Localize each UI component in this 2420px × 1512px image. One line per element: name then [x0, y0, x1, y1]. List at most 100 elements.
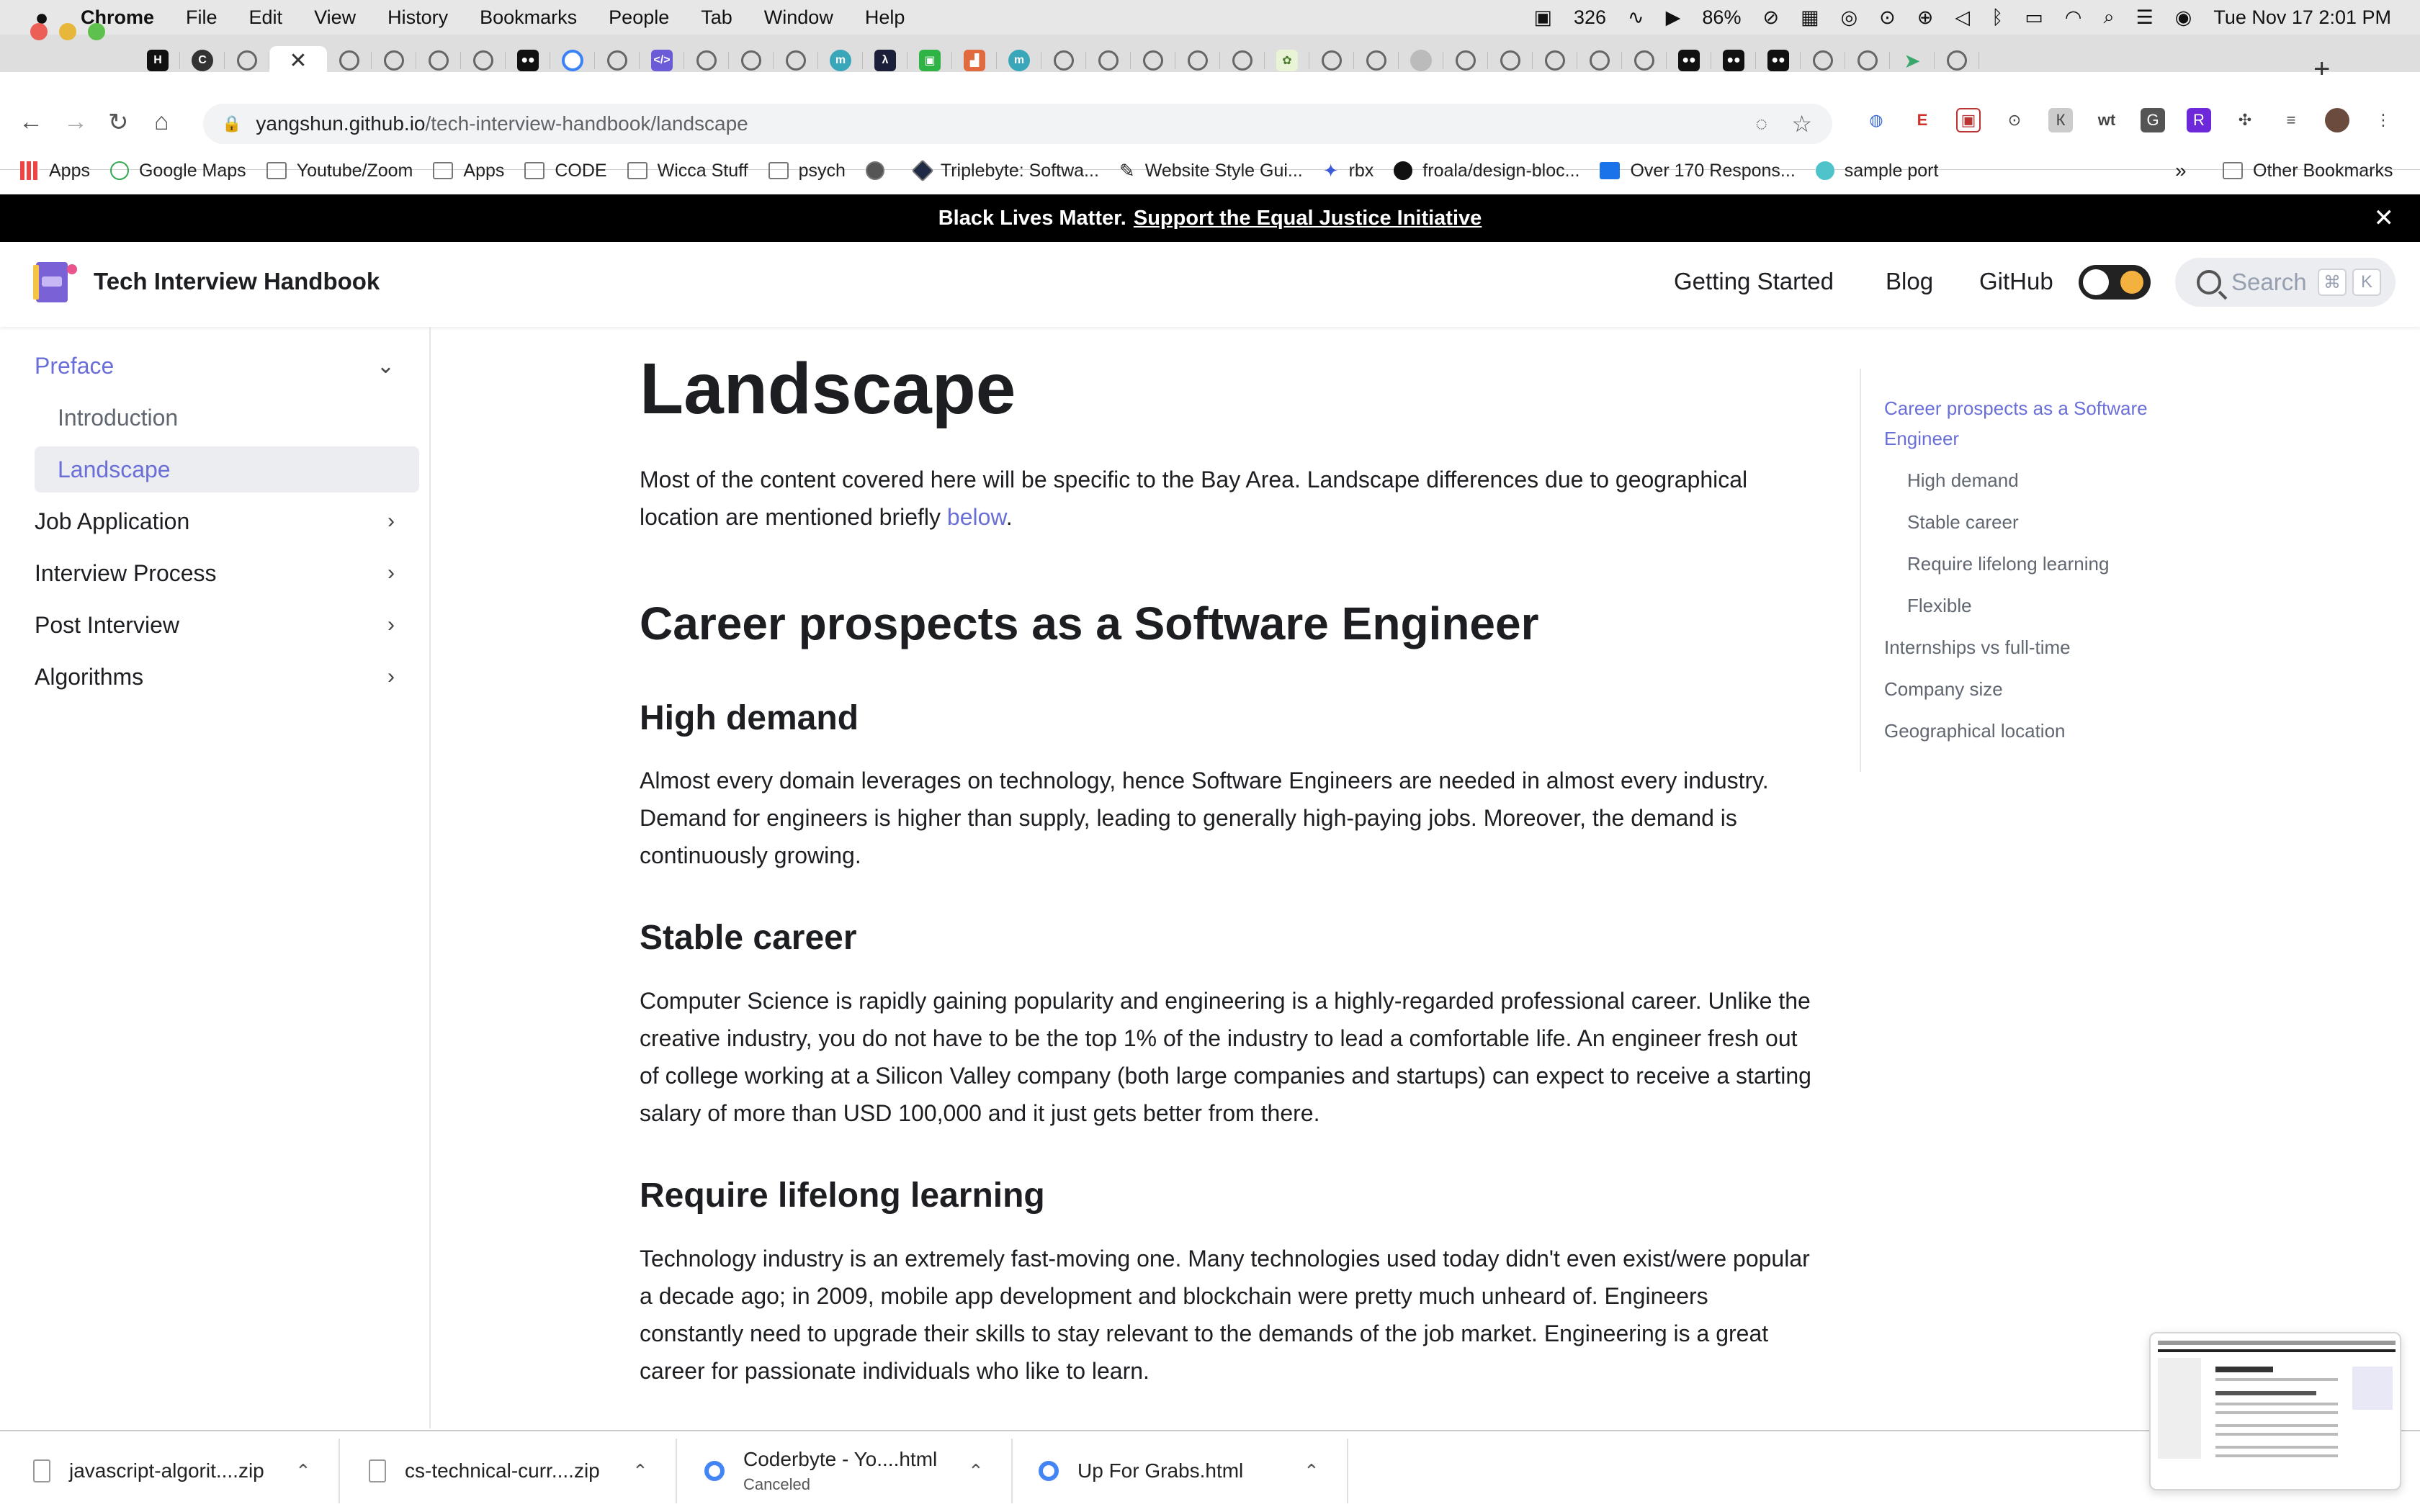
chevron-down-icon[interactable]: ⌄: [377, 354, 395, 379]
wt-extension-icon[interactable]: wt: [2094, 108, 2119, 132]
logo[interactable]: [29, 259, 81, 305]
tab[interactable]: [1935, 46, 1979, 75]
tab[interactable]: ●●: [1756, 46, 1801, 75]
dark-mode-toggle[interactable]: [2079, 265, 2151, 300]
menu-window[interactable]: Window: [764, 6, 833, 29]
volume-icon[interactable]: ◁: [1955, 6, 1970, 29]
control-center-icon[interactable]: ☰: [2136, 6, 2154, 29]
bookmark-apps[interactable]: Apps: [20, 161, 90, 181]
sidebar-item-post-interview[interactable]: Post Interview ›: [35, 602, 419, 648]
tab[interactable]: [1220, 46, 1265, 75]
toc-career-prospects[interactable]: Career prospects as a Software Engineer: [1884, 393, 2201, 454]
password-extension-icon[interactable]: ◍: [1864, 108, 1888, 132]
tab[interactable]: ●●: [506, 46, 550, 75]
toc-stable-career[interactable]: Stable career: [1907, 507, 2019, 537]
battery-icon[interactable]: ▭: [2025, 6, 2043, 29]
extension-icon[interactable]: К: [2048, 108, 2073, 132]
bookmark-google-maps[interactable]: Google Maps: [109, 161, 246, 181]
forward-icon[interactable]: →: [63, 108, 88, 136]
tab[interactable]: [1309, 46, 1354, 75]
siri-icon[interactable]: ◉: [2175, 6, 2192, 29]
site-title[interactable]: Tech Interview Handbook: [94, 268, 380, 295]
tab[interactable]: [774, 46, 818, 75]
tab[interactable]: [1845, 46, 1890, 75]
cpu-readout[interactable]: 326: [1574, 6, 1606, 29]
below-link[interactable]: below: [947, 504, 1006, 530]
extension-icon[interactable]: ▣: [1956, 108, 1981, 132]
tab[interactable]: [1041, 46, 1086, 75]
tab[interactable]: [461, 46, 506, 75]
sidebar-item-algorithms[interactable]: Algorithms ›: [35, 654, 419, 700]
menu-history[interactable]: History: [387, 6, 448, 29]
tab[interactable]: m: [818, 46, 863, 75]
tab[interactable]: [1443, 46, 1488, 75]
menu-tab[interactable]: Tab: [701, 6, 732, 29]
nav-blog[interactable]: Blog: [1886, 268, 1933, 295]
avatar[interactable]: [2325, 108, 2349, 132]
tab[interactable]: [372, 46, 416, 75]
toc-high-demand[interactable]: High demand: [1907, 465, 2019, 495]
menu-bookmarks[interactable]: Bookmarks: [480, 6, 577, 29]
menu-edit[interactable]: Edit: [249, 6, 283, 29]
tab[interactable]: ▣: [908, 46, 952, 75]
paperclip-icon[interactable]: ⊘: [1762, 6, 1779, 29]
toc-company-size[interactable]: Company size: [1884, 674, 2003, 704]
tab[interactable]: [1488, 46, 1533, 75]
tab[interactable]: m: [997, 46, 1041, 75]
bookmark-folder[interactable]: Wicca Stuff: [627, 161, 748, 181]
sidebar-item-job-application[interactable]: Job Application ›: [35, 498, 419, 544]
binoculars-icon[interactable]: ◎: [1841, 6, 1858, 29]
chevron-right-icon[interactable]: ›: [387, 509, 395, 534]
reload-icon[interactable]: ↻: [108, 108, 129, 137]
tab[interactable]: [1131, 46, 1175, 75]
chevron-right-icon[interactable]: ›: [387, 665, 395, 689]
spotlight-icon[interactable]: ⌕: [2103, 6, 2114, 29]
menu-file[interactable]: File: [186, 6, 218, 29]
sidebar-item-interview-process[interactable]: Interview Process ›: [35, 550, 419, 596]
nav-getting-started[interactable]: Getting Started: [1674, 268, 1834, 295]
battery-percent[interactable]: 86%: [1702, 6, 1741, 29]
download-item[interactable]: javascript-algorit....zip ⌃: [33, 1430, 311, 1512]
sidebar-item-introduction[interactable]: Introduction: [35, 395, 419, 441]
chevron-right-icon[interactable]: ›: [387, 613, 395, 637]
download-item[interactable]: Up For Grabs.html ⌃: [1039, 1430, 1319, 1512]
close-tab-icon[interactable]: ✕: [289, 48, 307, 73]
tab[interactable]: [327, 46, 372, 75]
more-menu-icon[interactable]: ⋮: [2371, 108, 2396, 132]
extension-icon[interactable]: ⊙: [2002, 108, 2027, 132]
zoom-icon[interactable]: ▣: [1533, 6, 1552, 29]
tab[interactable]: [1086, 46, 1131, 75]
tab[interactable]: ▟: [952, 46, 997, 75]
puzzle-icon[interactable]: ✣: [2233, 108, 2257, 132]
tab-active[interactable]: ✕: [269, 46, 327, 75]
download-item[interactable]: cs-technical-curr....zip ⌃: [369, 1430, 648, 1512]
tracking-blocked-icon[interactable]: ◌: [1755, 112, 1767, 135]
play-icon[interactable]: ▶: [1666, 6, 1681, 29]
bookmark-responses[interactable]: Over 170 Respons...: [1600, 161, 1796, 181]
home-icon[interactable]: ⌂: [154, 108, 169, 136]
tab[interactable]: [416, 46, 461, 75]
close-window-icon[interactable]: [30, 23, 48, 40]
menu-people[interactable]: People: [609, 6, 669, 29]
tab[interactable]: ➤: [1890, 46, 1935, 75]
close-banner-icon[interactable]: ✕: [2374, 204, 2395, 233]
sidebar-item-preface[interactable]: Preface ⌄: [35, 343, 419, 389]
bookmark-globe[interactable]: [865, 161, 895, 180]
tab[interactable]: C: [180, 46, 225, 75]
banner-link[interactable]: Support the Equal Justice Initiative: [1134, 207, 1482, 230]
tab[interactable]: [1399, 46, 1443, 75]
back-icon[interactable]: ←: [19, 108, 43, 136]
chevron-up-icon[interactable]: ⌃: [295, 1460, 311, 1482]
r-extension-icon[interactable]: R: [2187, 108, 2211, 132]
bookmark-star-icon[interactable]: ☆: [1791, 110, 1812, 138]
lock-icon[interactable]: 🔒: [222, 114, 241, 133]
bookmark-folder[interactable]: Apps: [433, 161, 504, 181]
tab[interactable]: [729, 46, 774, 75]
chevron-right-icon[interactable]: ›: [387, 561, 395, 585]
tab[interactable]: ●●: [1667, 46, 1711, 75]
screenshot-thumbnail[interactable]: [2149, 1332, 2401, 1490]
tab[interactable]: [1577, 46, 1622, 75]
bookmark-folder[interactable]: CODE: [524, 161, 607, 181]
tab[interactable]: [550, 46, 595, 75]
tab[interactable]: ●●: [1711, 46, 1756, 75]
